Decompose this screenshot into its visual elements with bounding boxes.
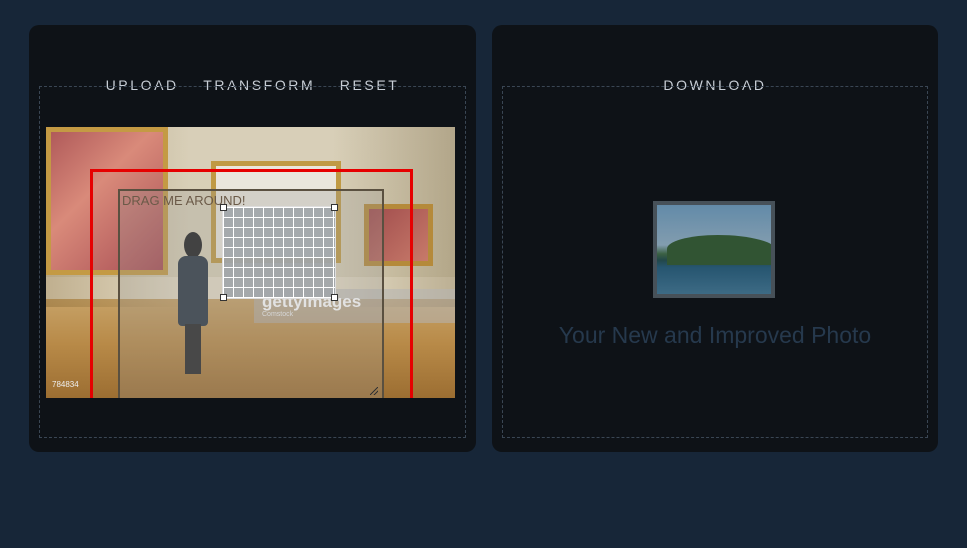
output-placeholder-text: Your New and Improved Photo bbox=[558, 322, 872, 348]
placeholder-image-icon bbox=[653, 201, 775, 298]
source-photo: gettyimages Comstock 784834 DRAG ME AROU… bbox=[46, 127, 455, 398]
crop-frame[interactable] bbox=[90, 169, 413, 398]
photo-id: 784834 bbox=[52, 380, 79, 389]
editor-panel: UPLOAD TRANSFORM RESET gettyimages Comst… bbox=[29, 25, 476, 452]
upload-dropzone[interactable]: gettyimages Comstock 784834 DRAG ME AROU… bbox=[39, 86, 466, 438]
output-panel: DOWNLOAD Your New and Improved Photo bbox=[492, 25, 938, 452]
output-area: Your New and Improved Photo bbox=[502, 86, 928, 438]
